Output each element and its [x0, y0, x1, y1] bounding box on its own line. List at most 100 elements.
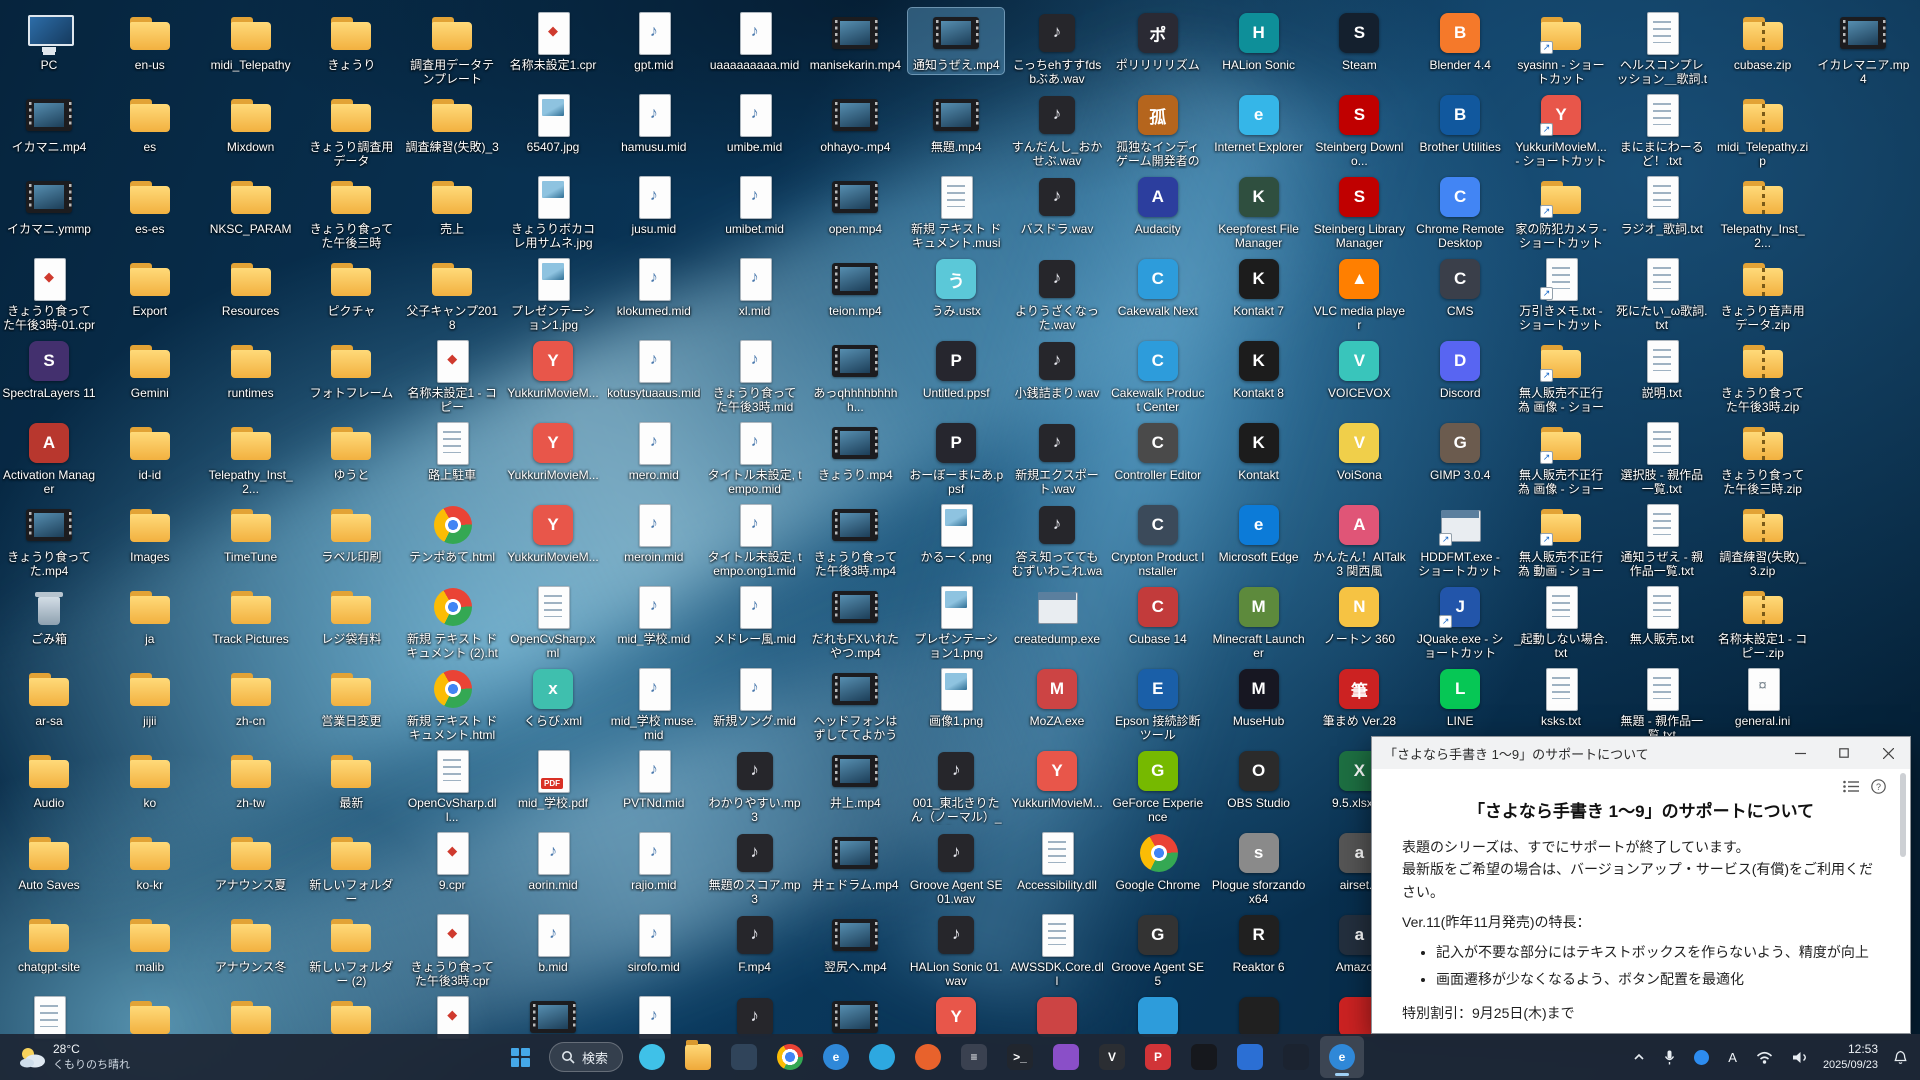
desktop-icon[interactable]: hamusu.mid	[606, 90, 702, 156]
desktop-icon[interactable]: open.mp4	[807, 172, 903, 238]
desktop-icon[interactable]: きょうり	[303, 8, 399, 74]
search-box[interactable]: 検索	[549, 1042, 623, 1072]
desktop-icon[interactable]: だれもFXいれたやつ.mp4	[807, 582, 903, 662]
taskbar-app-firefox[interactable]	[906, 1036, 950, 1078]
desktop-icon[interactable]: よりうざくなった.wav	[1009, 254, 1105, 334]
tray-overflow-button[interactable]	[1629, 1039, 1649, 1075]
desktop-icon[interactable]: ↗無人販売不正行為 画像 - ショートカット	[1513, 418, 1609, 499]
desktop-icon[interactable]: PC	[1, 8, 97, 74]
desktop-icon[interactable]: GGeForce Experience	[1110, 746, 1206, 826]
desktop-icon[interactable]: BBlender 4.4	[1412, 8, 1508, 74]
tray-app-bluetooth[interactable]	[1690, 1039, 1713, 1075]
desktop-icon[interactable]: KKontakt	[1211, 418, 1307, 484]
desktop-icon[interactable]: b.mid	[505, 910, 601, 976]
desktop-icon[interactable]: きょうり食ってた午後三時.zip	[1715, 418, 1811, 498]
desktop-icon[interactable]: Audio	[1, 746, 97, 812]
desktop-icon[interactable]: J↗JQuake.exe - ショートカット	[1412, 582, 1508, 662]
desktop-icon[interactable]: midi_Telepathy	[203, 8, 299, 74]
desktop-icon[interactable]: MMinecraft Launcher	[1211, 582, 1307, 662]
desktop-icon[interactable]: YYukkuriMovieM...	[505, 418, 601, 484]
desktop-icon[interactable]: ううみ.ustx	[908, 254, 1004, 320]
desktop-icon[interactable]: ヘルスコンプレッション＿歌詞.txt	[1614, 8, 1710, 89]
desktop-icon[interactable]: 名称未設定1 - コピー	[404, 336, 500, 416]
desktop-icon[interactable]: mero.mid	[606, 418, 702, 484]
desktop-icon[interactable]: ラジオ_歌詞.txt	[1614, 172, 1710, 238]
desktop-icon[interactable]: meroin.mid	[606, 500, 702, 566]
minimize-button[interactable]	[1778, 737, 1822, 769]
desktop-icon[interactable]: Y↗YukkuriMovieM... - ショートカット	[1513, 90, 1609, 170]
desktop-icon[interactable]: 画像1.png	[908, 664, 1004, 730]
weather-widget[interactable]: 28°C くもりのち晴れ	[10, 1034, 138, 1080]
desktop-icon[interactable]: GGroove Agent SE 5	[1110, 910, 1206, 990]
desktop-icon[interactable]: teion.mp4	[807, 254, 903, 320]
taskbar-app-app-dark-1[interactable]	[722, 1036, 766, 1078]
taskbar-app-app-dark-2[interactable]	[1274, 1036, 1318, 1078]
desktop-icon[interactable]: Gemini	[102, 336, 198, 402]
desktop-icon[interactable]: 無題のスコア.mp3	[707, 828, 803, 908]
desktop-icon[interactable]: es	[102, 90, 198, 156]
desktop-icon[interactable]: Resources	[203, 254, 299, 320]
desktop-icon[interactable]: 名称未設定1 - コピー.zip	[1715, 582, 1811, 662]
network-button[interactable]	[1752, 1039, 1777, 1075]
desktop-icon[interactable]: Track Pictures	[203, 582, 299, 648]
desktop-icon[interactable]: SSpectraLayers 11	[1, 336, 97, 402]
desktop-icon[interactable]: きょうり食ってた午後3時.mid	[707, 336, 803, 416]
desktop-icon[interactable]: 最新	[303, 746, 399, 812]
desktop-icon[interactable]: 調査練習(失敗)_3	[404, 90, 500, 156]
taskbar-app-file-explorer[interactable]	[676, 1036, 720, 1078]
desktop-icon[interactable]: Telepathy_Inst_2...	[203, 418, 299, 498]
desktop-icon[interactable]: 新規ソング.mid	[707, 664, 803, 730]
scrollbar-thumb[interactable]	[1900, 773, 1906, 857]
taskbar-app-claw-app[interactable]	[1182, 1036, 1226, 1078]
desktop-icon[interactable]: ↗無人販売不正行為 動画 - ショートカット	[1513, 500, 1609, 581]
desktop-icon[interactable]: Mixdown	[203, 90, 299, 156]
desktop-icon[interactable]: AActivation Manager	[1, 418, 97, 498]
desktop-icon[interactable]: HALion Sonic 01.wav	[908, 910, 1004, 990]
desktop-icon[interactable]: ar-sa	[1, 664, 97, 730]
desktop-icon[interactable]: xl.mid	[707, 254, 803, 320]
desktop-icon[interactable]: 翌尻ヘ.mp4	[807, 910, 903, 976]
desktop-icon[interactable]: 売上	[404, 172, 500, 238]
desktop-icon[interactable]: きょうり食ってた午後3時.mp4	[807, 500, 903, 580]
desktop-icon[interactable]: バスドラ.wav	[1009, 172, 1105, 238]
desktop-icon[interactable]: ゆうと	[303, 418, 399, 484]
desktop-icon[interactable]: きょうり食ってた午後3時-01.cpr	[1, 254, 97, 334]
desktop-icon[interactable]: mid_学校.mid	[606, 582, 702, 648]
desktop-icon[interactable]: OpenCvSharp.xml	[505, 582, 601, 662]
desktop-icon[interactable]: Accessibility.dll	[1009, 828, 1105, 894]
desktop-icon[interactable]: ↗家の防犯カメラ - ショートカット	[1513, 172, 1609, 252]
desktop-icon[interactable]: cubase.zip	[1715, 8, 1811, 74]
desktop-icon[interactable]: gpt.mid	[606, 8, 702, 74]
desktop-icon[interactable]: プレゼンテーション1.jpg	[505, 254, 601, 334]
desktop-icon[interactable]: 路上駐車	[404, 418, 500, 484]
tray-clock[interactable]: 12:53 2025/09/23	[1823, 1041, 1878, 1072]
desktop-icon[interactable]: 新規 テキスト ドキュメント.musicxml	[908, 172, 1004, 253]
desktop-icon[interactable]: すんだんし_おかせぶ.wav	[1009, 90, 1105, 170]
desktop-icon[interactable]: VVoiSona	[1311, 418, 1407, 484]
desktop-icon[interactable]: EEpson 接続診断ツール	[1110, 664, 1206, 744]
desktop-icon[interactable]: HHALion Sonic	[1211, 8, 1307, 74]
desktop-icon[interactable]: YYukkuriMovieM...	[505, 500, 601, 566]
desktop-icon[interactable]: Export	[102, 254, 198, 320]
desktop-icon[interactable]: ポポリリリリズム	[1110, 8, 1206, 74]
desktop-icon[interactable]: 通知うぜえ.mp4	[908, 8, 1004, 74]
desktop-icon[interactable]: 営業日変更	[303, 664, 399, 730]
desktop-icon[interactable]: SSteinberg Library Manager	[1311, 172, 1407, 252]
desktop-icon[interactable]: mid_学校 muse.mid	[606, 664, 702, 744]
desktop-icon[interactable]: VVOICEVOX	[1311, 336, 1407, 402]
desktop-icon[interactable]: xくらび.xml	[505, 664, 601, 730]
desktop-icon[interactable]: eInternet Explorer	[1211, 90, 1307, 156]
desktop-icon[interactable]: manisekarin.mp4	[807, 8, 903, 74]
desktop-icon[interactable]: イカマニ.mp4	[1, 90, 97, 156]
desktop-icon[interactable]: ko-kr	[102, 828, 198, 894]
taskbar-app-terminal[interactable]: >_	[998, 1036, 1042, 1078]
desktop-icon[interactable]: Auto Saves	[1, 828, 97, 894]
desktop-icon[interactable]: uaaaaaaaaa.mid	[707, 8, 803, 74]
dialog-scrollbar[interactable]	[1898, 773, 1908, 1025]
desktop-icon[interactable]: きょうり音声用データ.zip	[1715, 254, 1811, 334]
desktop-icon[interactable]: midi_Telepathy.zip	[1715, 90, 1811, 170]
desktop-icon[interactable]: Nノートン 360	[1311, 582, 1407, 648]
taskbar-app-edge[interactable]: e	[814, 1036, 858, 1078]
desktop-icon[interactable]: BBrother Utilities	[1412, 90, 1508, 156]
desktop-icon[interactable]: DDiscord	[1412, 336, 1508, 402]
